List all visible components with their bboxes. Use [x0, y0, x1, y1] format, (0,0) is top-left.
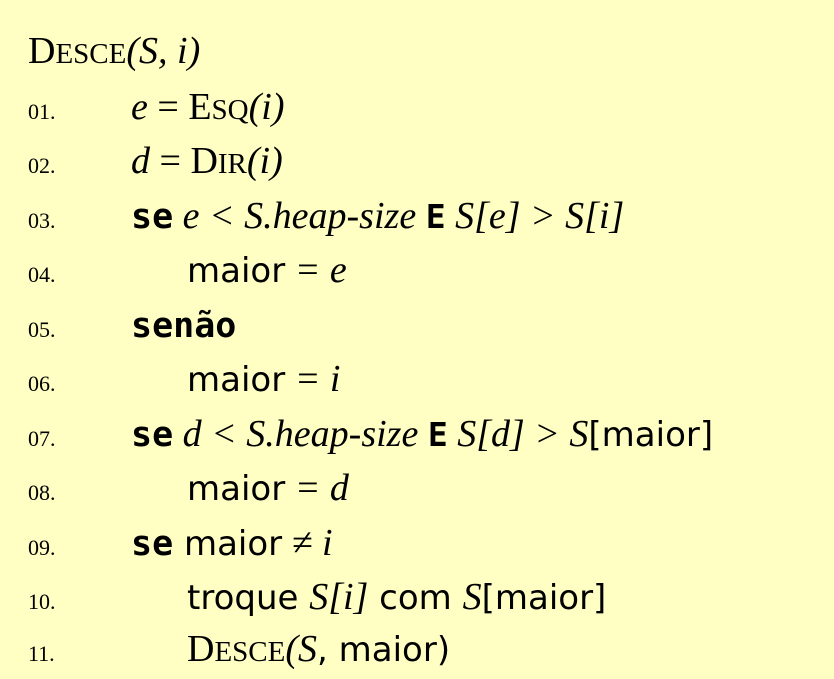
code-text: maior = e [187, 243, 347, 298]
algorithm-title: DESCE(S, i) [28, 24, 200, 81]
keyword-and: E [425, 197, 446, 236]
expr-index-maior: [maior] [481, 578, 607, 618]
condition-2: S[d] > S [447, 413, 589, 455]
condition-1: e < S.heap-size [173, 195, 426, 237]
fn-initial: D [190, 140, 218, 182]
line-number: 04. [28, 262, 56, 287]
code-text: troque S[i] com S[maior] [187, 570, 606, 625]
equals: = [147, 86, 189, 128]
expr-s: S [462, 576, 482, 618]
code-text: d = DIR(i) [131, 134, 283, 191]
fn-rest: SQ [211, 94, 249, 126]
line-number: 02. [28, 153, 56, 178]
condition-2-index: [maior] [588, 415, 714, 455]
var-maior: maior [173, 524, 283, 564]
code-line-02: 02. d = DIR(i) [0, 134, 834, 188]
line-number: 03. [28, 208, 56, 233]
word-troque: troque [187, 578, 310, 618]
code-line-08: 08. maior = d [0, 461, 834, 515]
keyword-se: se [131, 524, 174, 564]
fn-arg: (i) [248, 86, 285, 128]
code-text: senão [131, 298, 236, 353]
condition-1: d < S.heap-size [173, 413, 428, 455]
condition-2: S[e] > S[i] [445, 195, 625, 237]
equals: = [150, 140, 191, 182]
keyword-senao: senão [131, 306, 237, 346]
code-line-01: 01. e = ESQ(i) [0, 80, 834, 134]
code-text: e = ESQ(i) [131, 80, 284, 137]
title-name-rest: ESCE [55, 38, 127, 70]
line-number: 10. [28, 589, 56, 614]
assignment: = i [285, 358, 341, 400]
code-line-07: 07. se d < S.heap-size E S[d] > S[maior] [0, 407, 834, 461]
title-name-initial: D [28, 30, 56, 72]
code-text: se d < S.heap-size E S[d] > S[maior] [131, 407, 713, 462]
code-line-06: 06. maior = i [0, 352, 834, 406]
assignment: = e [285, 249, 347, 291]
line-number: 08. [28, 480, 56, 505]
call-arg-maior: , maior) [317, 630, 451, 670]
code-text: maior = i [187, 352, 340, 407]
code-line-04: 04. maior = e [0, 243, 834, 297]
code-text: DESCE(S, maior) [187, 622, 450, 679]
word-com: com [368, 578, 463, 618]
keyword-se: se [131, 415, 174, 455]
code-line-11: 11. DESCE(S, maior) [0, 622, 834, 676]
expr-s-i: S[i] [309, 576, 369, 618]
call-arg-s: (S [285, 628, 318, 670]
line-number: 01. [28, 99, 56, 124]
code-text: maior = d [187, 461, 349, 516]
fn-arg: (i) [246, 140, 283, 182]
comparison: ≠ i [282, 522, 333, 564]
code-line-10: 10. troque S[i] com S[maior] [0, 570, 834, 624]
fn-rest: ESCE [214, 636, 286, 668]
title-args: (S, i) [126, 30, 201, 72]
line-number: 07. [28, 426, 56, 451]
var-maior: maior [187, 251, 286, 291]
code-text: se e < S.heap-size E S[e] > S[i] [131, 189, 624, 244]
fn-rest: IR [217, 148, 247, 180]
assignment: = d [285, 467, 349, 509]
code-line-09: 09. se maior ≠ i [0, 516, 834, 570]
fn-initial: E [188, 86, 212, 128]
var-e: e [131, 86, 148, 128]
keyword-and: E [427, 415, 448, 454]
keyword-se: se [131, 197, 174, 237]
var-maior: maior [187, 469, 286, 509]
code-line-05: 05. senão [0, 298, 834, 352]
var-d: d [131, 140, 150, 182]
line-number: 11. [28, 641, 55, 666]
line-number: 09. [28, 535, 56, 560]
line-number: 05. [28, 317, 56, 342]
line-number: 06. [28, 371, 56, 396]
fn-initial: D [187, 628, 215, 670]
code-line-03: 03. se e < S.heap-size E S[e] > S[i] [0, 189, 834, 243]
code-text: se maior ≠ i [131, 516, 333, 571]
var-maior: maior [187, 360, 286, 400]
algorithm-slide: DESCE(S, i) 01. e = ESQ(i) 02. d = DIR(i… [0, 0, 834, 676]
